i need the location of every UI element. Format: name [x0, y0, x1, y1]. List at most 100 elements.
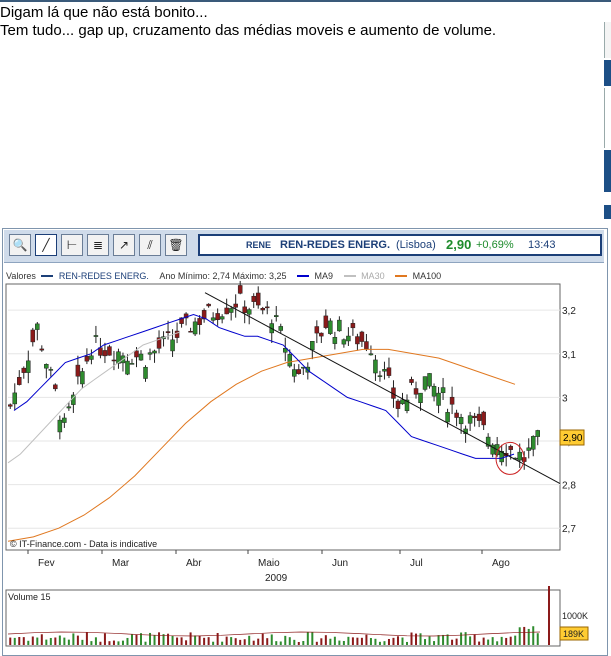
- candle-body: [377, 375, 383, 377]
- volume-bar: [396, 636, 399, 645]
- candle-body: [39, 348, 45, 351]
- candle-body: [449, 396, 455, 405]
- candle-body: [197, 318, 202, 325]
- trend-line: [204, 292, 561, 484]
- x-tick-label: Fev: [38, 558, 55, 569]
- candle-body: [107, 346, 112, 356]
- volume-bar: [27, 640, 30, 645]
- volume-bar: [94, 637, 97, 645]
- candle-body: [395, 400, 401, 409]
- candle-body: [436, 392, 441, 406]
- candle-body: [364, 341, 369, 350]
- volume-bar: [514, 635, 517, 645]
- volume-bar: [491, 637, 494, 645]
- volume-bar: [252, 640, 255, 645]
- volume-bar: [261, 633, 264, 645]
- volume-bar: [40, 634, 43, 645]
- price-chart: 3,23,132,92,82,7FevMarAbrMaioJunJulAgo ©…: [5, 280, 589, 647]
- volume-bar: [333, 636, 336, 645]
- volume-bar: [18, 637, 21, 645]
- candle-body: [219, 316, 225, 320]
- candle-body: [296, 369, 302, 374]
- volume-bar: [198, 636, 201, 645]
- candle-body: [382, 369, 387, 372]
- candle-body: [386, 367, 392, 376]
- candle-body: [147, 352, 153, 355]
- chart-widget: 🔍 ╱ ⊢ ≣ ↗ ⫽ 🗑 RENE REN-REDES ENERG. (Lis…: [0, 220, 611, 656]
- candle-body: [129, 363, 135, 365]
- candle-body: [373, 359, 378, 374]
- volume-bar: [130, 634, 133, 645]
- candle-body: [413, 388, 419, 395]
- candle-body: [422, 376, 428, 390]
- volume-bar: [297, 641, 300, 645]
- candle-body: [508, 445, 513, 450]
- volume-bar: [415, 633, 418, 645]
- volume-bar: [378, 641, 381, 645]
- candle-body: [431, 385, 437, 397]
- volume-bar: [293, 639, 296, 645]
- candle-body: [530, 436, 536, 450]
- volume-bar: [455, 638, 458, 645]
- volume-bar: [315, 641, 318, 645]
- candle-body: [152, 350, 157, 354]
- volume-bar: [369, 638, 372, 645]
- candle-body: [57, 419, 63, 433]
- volume-bar: [505, 637, 508, 645]
- volume-label: Volume 15: [8, 592, 51, 602]
- volume-bar: [527, 628, 530, 645]
- volume-bar: [121, 640, 124, 645]
- volume-bar: [406, 641, 408, 645]
- data-credit: © IT-Finance.com - Data is indicative: [10, 539, 157, 549]
- candle-body: [359, 331, 365, 342]
- candle-body: [237, 285, 243, 294]
- x-tick-label: Ago: [492, 558, 510, 569]
- volume-bar: [54, 637, 57, 645]
- last-price-axis-label: 2,90: [563, 433, 583, 444]
- candle-body: [400, 399, 405, 405]
- volume-bar: [518, 627, 521, 645]
- volume-bar: [243, 639, 246, 645]
- volume-bar: [103, 633, 106, 645]
- volume-bar: [351, 637, 354, 645]
- volume-bar: [473, 634, 476, 645]
- y-tick-label: 3,1: [562, 350, 576, 361]
- candle-body: [278, 326, 284, 331]
- volume-bar: [509, 636, 512, 645]
- volume-bar: [302, 641, 305, 645]
- volume-bar: [320, 638, 323, 645]
- candle-body: [48, 369, 54, 371]
- volume-bar: [451, 639, 454, 645]
- candle-body: [476, 413, 482, 421]
- candle-body: [445, 412, 450, 423]
- candle-body: [21, 367, 27, 373]
- y-tick-label: 3: [562, 393, 568, 404]
- volume-bar: [532, 626, 535, 645]
- candle-body: [246, 309, 252, 315]
- volume-bar: [234, 638, 237, 645]
- volume-bar: [9, 637, 12, 645]
- side-panel-fragment: [604, 22, 611, 58]
- volume-bar: [383, 641, 386, 645]
- x-tick-label: Mar: [112, 558, 130, 569]
- candle-body: [17, 377, 22, 385]
- candle-body: [467, 415, 473, 424]
- volume-bar: [482, 637, 485, 645]
- candle-body: [192, 321, 198, 335]
- volume-bar: [85, 632, 88, 645]
- volume-bar: [360, 637, 363, 645]
- candle-body: [418, 392, 423, 403]
- candle-body: [409, 379, 414, 383]
- volume-bar: [410, 632, 413, 645]
- volume-bar: [469, 636, 472, 645]
- volume-bar: [401, 637, 404, 645]
- candle-body: [535, 430, 540, 437]
- candle-body: [368, 353, 374, 356]
- page-top-border: [0, 0, 611, 2]
- volume-bar: [342, 640, 345, 645]
- volume-bar: [135, 634, 138, 645]
- volume-tick-1000k: 1000K: [562, 611, 588, 621]
- candle-body: [355, 336, 360, 345]
- candle-body: [44, 364, 49, 369]
- volume-bar: [266, 638, 269, 645]
